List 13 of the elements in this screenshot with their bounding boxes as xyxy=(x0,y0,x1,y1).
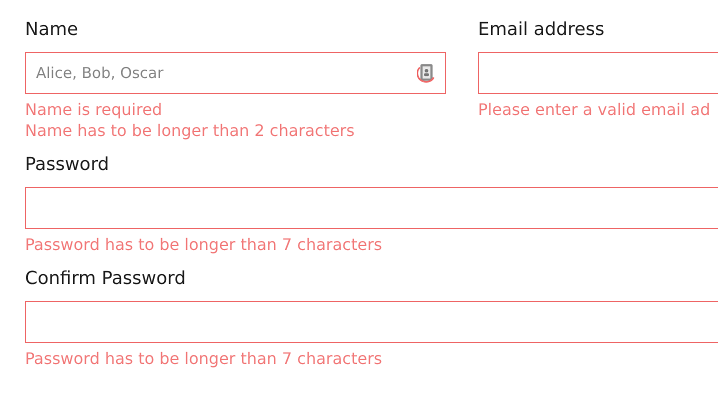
input-field[interactable] xyxy=(25,301,718,343)
field-label: Password xyxy=(25,153,110,177)
error-message: Name is required xyxy=(25,99,162,120)
error-message: Password has to be longer than 7 characters xyxy=(25,348,382,369)
field-label: Email address xyxy=(478,18,604,42)
error-message: Name has to be longer than 2 characters xyxy=(25,120,355,141)
field-label: Confirm Password xyxy=(25,267,186,291)
field-label: Name xyxy=(25,18,78,42)
error-message: Password has to be longer than 7 characters xyxy=(25,234,382,255)
input-field[interactable]: Alice, Bob, Oscar xyxy=(25,52,446,94)
error-message: Please enter a valid email ad xyxy=(478,99,710,120)
contact-card-icon[interactable] xyxy=(417,63,436,83)
input-field[interactable] xyxy=(25,187,718,229)
